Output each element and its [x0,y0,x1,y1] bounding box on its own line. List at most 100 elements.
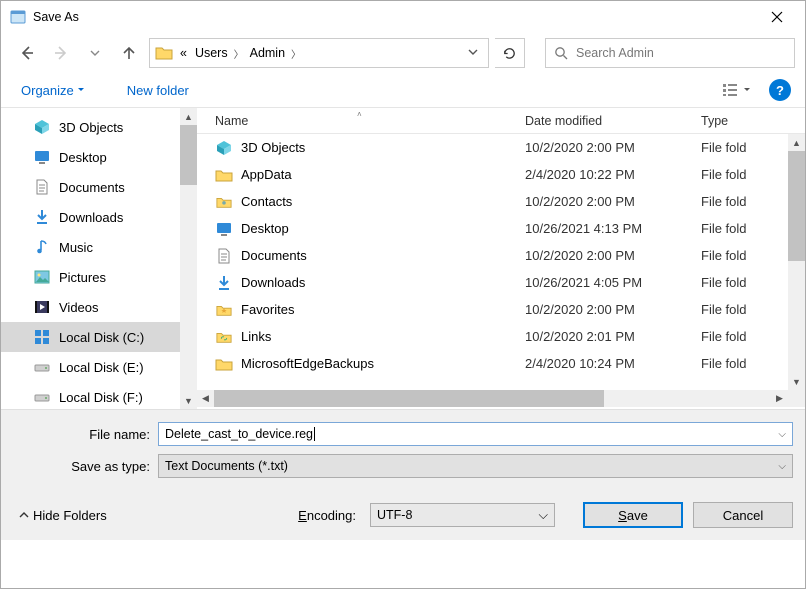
tree-item-videos[interactable]: Videos [1,292,197,322]
folder-icon [215,355,233,373]
music-icon [33,238,51,256]
tree-item-desktop[interactable]: Desktop [1,142,197,172]
cancel-button[interactable]: Cancel [693,502,793,528]
link-icon [215,328,233,346]
sort-indicator-icon: ˄ [357,110,362,119]
save-type-label: Save as type: [13,459,158,474]
scroll-thumb[interactable] [180,125,197,185]
file-row[interactable]: 3D Objects10/2/2020 2:00 PMFile fold [197,134,805,161]
window-title: Save As [33,10,757,24]
file-name: MicrosoftEdgeBackups [241,356,374,371]
save-type-combo[interactable]: Text Documents (*.txt) ⌵ [158,454,793,478]
tree-item-downloads[interactable]: Downloads [1,202,197,232]
file-row[interactable]: Links10/2/2020 2:01 PMFile fold [197,323,805,350]
scroll-thumb[interactable] [788,151,805,261]
tree-label: Desktop [59,150,107,165]
nav-tree: 3D Objects Desktop Documents Downloads M… [1,108,197,409]
tree-item-pictures[interactable]: Pictures [1,262,197,292]
file-date: 10/2/2020 2:01 PM [515,329,691,344]
folder-icon [215,166,233,184]
file-row[interactable]: Desktop10/26/2021 4:13 PMFile fold [197,215,805,242]
scroll-up-icon[interactable]: ▲ [788,134,805,151]
crumb-root[interactable]: « [176,46,191,60]
file-date: 10/26/2021 4:13 PM [515,221,691,236]
up-button[interactable] [115,39,143,67]
col-header-date[interactable]: Date modified [515,114,691,128]
scroll-up-icon[interactable]: ▲ [180,108,197,125]
file-row[interactable]: AppData2/4/2020 10:22 PMFile fold [197,161,805,188]
file-name: Downloads [241,275,305,290]
file-row[interactable]: Contacts10/2/2020 2:00 PMFile fold [197,188,805,215]
files-scrollbar[interactable]: ▲ ▼ [788,134,805,390]
search-icon [554,46,568,60]
tree-label: Videos [59,300,99,315]
tree-scrollbar[interactable]: ▲ ▼ [180,108,197,409]
folder-icon [154,43,174,63]
save-button[interactable]: Save [583,502,683,528]
search-input[interactable]: Search Admin [545,38,795,68]
newfolder-label: New folder [127,83,189,98]
file-name: Links [241,329,271,344]
scroll-right-icon[interactable]: ▶ [771,390,788,407]
file-row[interactable]: Favorites10/2/2020 2:00 PMFile fold [197,296,805,323]
tree-item-documents[interactable]: Documents [1,172,197,202]
recent-dd-icon[interactable] [81,39,109,67]
app-icon [9,8,27,26]
scroll-thumb[interactable] [214,390,604,407]
col-header-name[interactable]: Name [197,114,515,128]
scroll-down-icon[interactable]: ▼ [788,373,805,390]
chevron-up-icon [19,510,29,520]
crumb-users[interactable]: Users [191,46,232,60]
tree-label: Local Disk (C:) [59,330,144,345]
chevron-right-icon[interactable]: 〉 [289,46,303,61]
desktop-icon [215,220,233,238]
file-header: ˄ Name Date modified Type [197,108,805,134]
file-row[interactable]: Documents10/2/2020 2:00 PMFile fold [197,242,805,269]
hide-folders-label: Hide Folders [33,508,107,523]
file-date: 10/2/2020 2:00 PM [515,248,691,263]
encoding-label: Encoding: [298,508,356,523]
chevron-right-icon[interactable]: 〉 [232,46,246,61]
file-list: ˄ Name Date modified Type 3D Objects10/2… [197,108,805,409]
file-date: 10/26/2021 4:05 PM [515,275,691,290]
scroll-left-icon[interactable]: ◀ [197,390,214,407]
file-row[interactable]: Downloads10/26/2021 4:05 PMFile fold [197,269,805,296]
tree-label: 3D Objects [59,120,123,135]
tree-item-local-e[interactable]: Local Disk (E:) [1,352,197,382]
tree-item-local-f[interactable]: Local Disk (F:) [1,382,197,409]
cube-icon [33,118,51,136]
chevron-down-icon[interactable]: ⌵ [778,461,786,472]
files-hscrollbar[interactable]: ◀ ▶ [197,390,788,407]
new-folder-button[interactable]: New folder [121,79,195,102]
help-button[interactable]: ? [769,79,791,101]
scroll-down-icon[interactable]: ▼ [180,392,197,409]
chevron-down-icon[interactable]: ⌵ [539,508,548,523]
hide-folders-button[interactable]: Hide Folders [13,504,113,527]
tree-item-3dobjects[interactable]: 3D Objects [1,112,197,142]
file-name: 3D Objects [241,140,305,155]
address-bar[interactable]: « Users 〉 Admin 〉 [149,38,489,68]
pictures-icon [33,268,51,286]
refresh-button[interactable] [495,38,525,68]
close-button[interactable] [757,2,797,32]
file-row[interactable]: MicrosoftEdgeBackups2/4/2020 10:24 PMFil… [197,350,805,377]
encoding-combo[interactable]: UTF-8 ⌵ [370,503,555,527]
col-header-type[interactable]: Type [691,114,805,128]
tree-item-music[interactable]: Music [1,232,197,262]
tree-item-local-c[interactable]: Local Disk (C:) [1,322,197,352]
file-name: Favorites [241,302,294,317]
file-name-input[interactable]: Delete_cast_to_device.reg ⌵ [158,422,793,446]
address-dropdown-icon[interactable] [462,47,484,60]
star-icon [215,301,233,319]
view-options-button[interactable] [715,78,759,102]
scroll-corner [788,390,805,407]
file-name-value: Delete_cast_to_device.reg [165,427,315,441]
chevron-down-icon[interactable]: ⌵ [778,429,786,440]
encoding-value: UTF-8 [377,508,412,522]
videos-icon [33,298,51,316]
crumb-admin[interactable]: Admin [246,46,289,60]
organize-button[interactable]: Organize [15,79,91,102]
back-button[interactable] [13,39,41,67]
forward-button[interactable] [47,39,75,67]
organize-label: Organize [21,83,74,98]
